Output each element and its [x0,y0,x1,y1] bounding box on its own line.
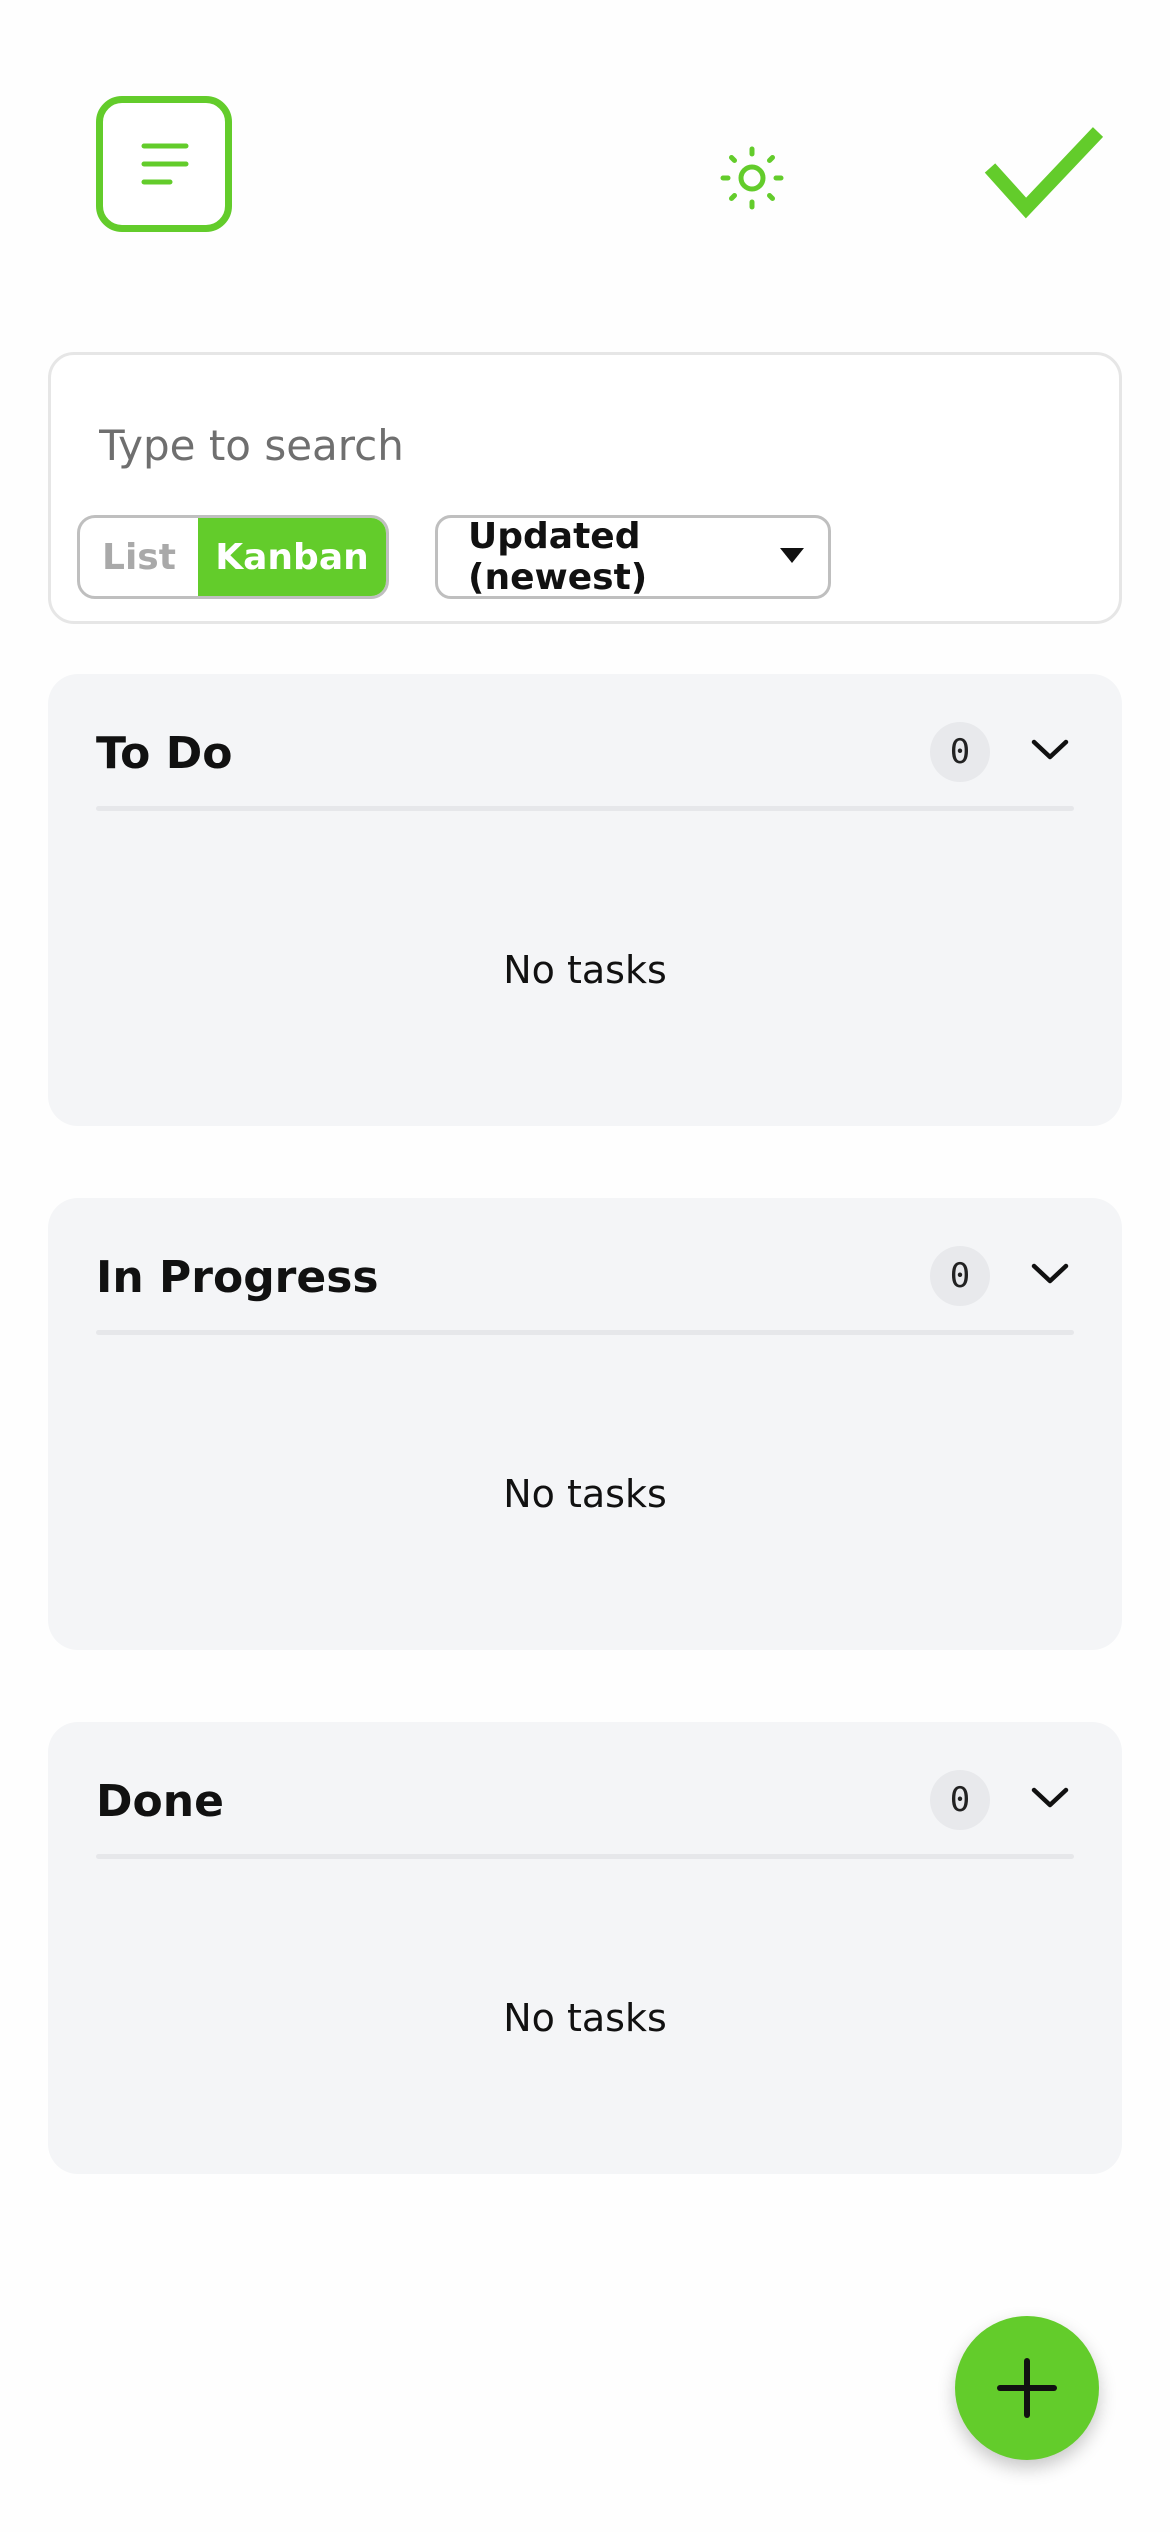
column-collapse-button[interactable] [1018,1766,1082,1830]
search-input[interactable] [99,405,1059,485]
menu-lines-icon [141,143,189,185]
column-title: In Progress [96,1252,379,1303]
chevron-down-icon [1031,1263,1069,1284]
column-empty-text: No tasks [503,1472,667,1516]
app-logo [982,124,1104,224]
menu-button[interactable] [96,96,232,232]
column-todo: To Do 0 No tasks [48,674,1122,1126]
column-divider [96,1330,1074,1335]
column-count-badge: 0 [930,722,990,782]
column-empty-text: No tasks [503,948,667,992]
sort-select-value: Updated (newest) [468,516,648,598]
view-toggle: List Kanban [77,515,389,599]
column-empty-text: No tasks [503,1996,667,2040]
column-count-badge: 0 [930,1246,990,1306]
column-title: Done [96,1776,224,1827]
column-collapse-button[interactable] [1018,718,1082,782]
view-option-kanban[interactable]: Kanban [198,518,386,596]
search-filter-card: List Kanban Updated (newest) [48,352,1122,624]
sun-icon [720,146,784,210]
add-task-button[interactable] [955,2316,1099,2460]
theme-toggle-button[interactable] [714,140,790,216]
column-title: To Do [96,728,233,779]
column-done: Done 0 No tasks [48,1722,1122,2174]
chevron-down-icon [1031,739,1069,760]
caret-down-icon [780,548,804,563]
chevron-down-icon [1031,1787,1069,1808]
plus-icon [997,2358,1057,2418]
column-divider [96,806,1074,811]
sort-select[interactable]: Updated (newest) [435,515,831,599]
column-divider [96,1854,1074,1859]
checkmark-icon [984,127,1104,219]
column-count-badge: 0 [930,1770,990,1830]
column-in-progress: In Progress 0 No tasks [48,1198,1122,1650]
column-collapse-button[interactable] [1018,1242,1082,1306]
view-option-list[interactable]: List [80,518,198,596]
